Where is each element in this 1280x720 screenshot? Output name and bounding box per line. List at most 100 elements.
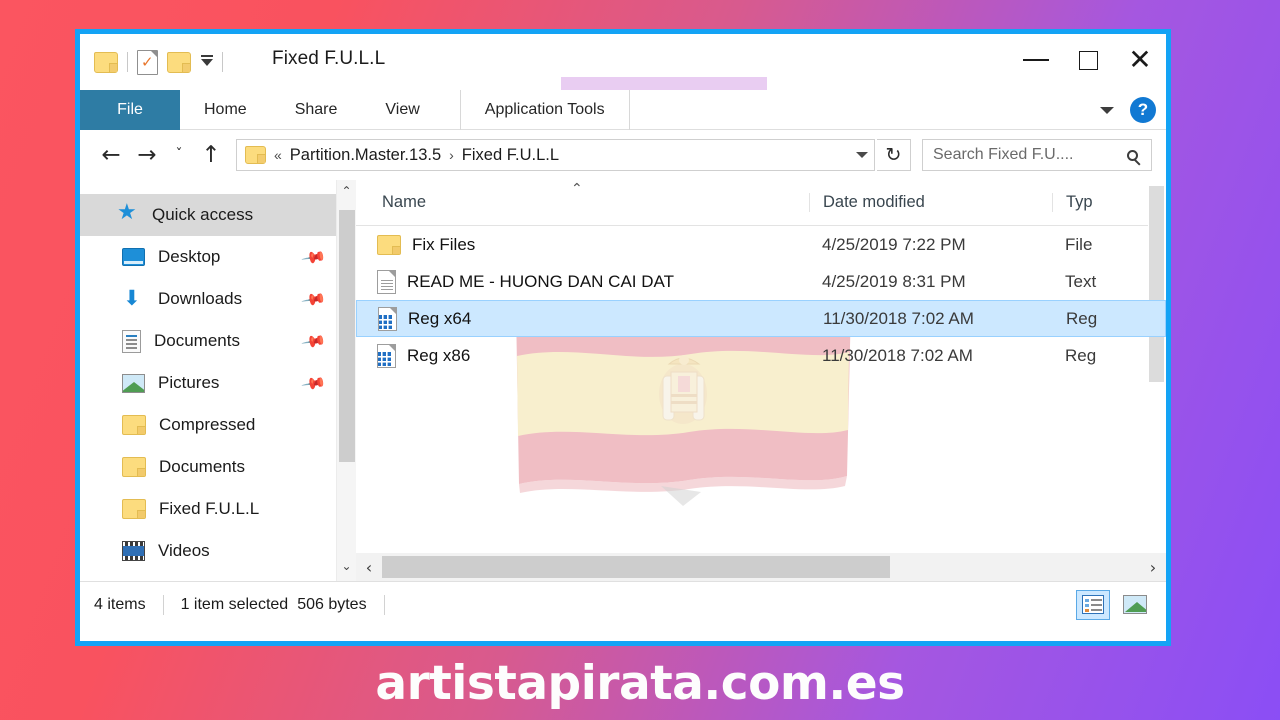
table-row[interactable]: Reg x86 11/30/2018 7:02 AM Reg <box>356 337 1166 374</box>
folder-icon <box>377 234 401 255</box>
forward-button[interactable]: → <box>130 138 164 172</box>
file-explorer-window: ✓ Fixed F.U.L.L Manage ✕ File Home Share… <box>75 29 1171 646</box>
navigation-scrollbar[interactable]: ⌃ ⌄ <box>336 180 356 581</box>
sort-ascending-icon: ⌃ <box>571 181 583 197</box>
help-label: ? <box>1137 100 1149 119</box>
search-placeholder: Search Fixed F.U.... <box>933 146 1074 163</box>
breadcrumb-item-parent[interactable]: Partition.Master.13.5 <box>290 146 441 165</box>
sidebar-item-fixed-full[interactable]: Fixed F.U.L.L <box>80 488 356 530</box>
scroll-down-button[interactable]: ⌄ <box>337 555 356 577</box>
large-icons-view-button[interactable] <box>1118 590 1152 620</box>
folder-icon <box>122 499 146 519</box>
address-dropdown-icon[interactable] <box>856 152 868 158</box>
new-folder-icon[interactable] <box>167 51 191 73</box>
status-bar: 4 items 1 item selected 506 bytes <box>80 581 1166 627</box>
chevron-down-icon: ⌄ <box>341 559 352 573</box>
maximize-button[interactable] <box>1062 34 1114 86</box>
sidebar-item-documents[interactable]: Documents 📌 <box>80 320 356 362</box>
site-watermark: artistapirata.com.es <box>375 656 905 711</box>
sidebar-item-documents-folder[interactable]: Documents <box>80 446 356 488</box>
tab-application-tools-label: Application Tools <box>484 101 605 118</box>
maximize-icon <box>1078 50 1098 70</box>
window-title: Fixed F.U.L.L <box>272 48 386 69</box>
scrollbar-thumb[interactable] <box>382 556 890 578</box>
sidebar-item-label: Quick access <box>152 205 254 224</box>
scroll-right-button[interactable]: › <box>1140 558 1166 577</box>
file-list-pane: Name ⌃ Date modified Typ Fix Files 4/25/… <box>356 180 1166 581</box>
sidebar-item-downloads[interactable]: Downloads 📌 <box>80 278 356 320</box>
pin-icon[interactable]: 📌 <box>300 370 327 397</box>
column-header-name-label: Name <box>382 193 427 211</box>
scrollbar-track[interactable] <box>382 553 1140 581</box>
column-header-name[interactable]: Name ⌃ <box>356 181 809 212</box>
tab-file[interactable]: File <box>80 90 180 130</box>
sidebar-item-label: Documents <box>159 457 245 476</box>
folder-icon[interactable] <box>94 51 118 73</box>
sidebar-item-label: Videos <box>158 541 210 560</box>
scroll-up-button[interactable]: ⌃ <box>337 180 356 202</box>
tab-home[interactable]: Home <box>180 90 271 130</box>
chevron-down-icon[interactable] <box>1100 106 1114 114</box>
ribbon-tabs: File Home Share View Application Tools <box>80 90 1166 130</box>
file-list-horizontal-scrollbar[interactable]: ‹ › <box>356 553 1166 581</box>
ribbon-tab-bar: File Home Share View Application Tools ? <box>80 90 1166 130</box>
column-header-date-modified[interactable]: Date modified <box>809 193 1052 212</box>
properties-icon[interactable]: ✓ <box>137 49 158 75</box>
tab-application-tools[interactable]: Application Tools <box>459 90 630 130</box>
table-row[interactable]: Fix Files 4/25/2019 7:22 PM File <box>356 226 1166 263</box>
scrollbar-thumb[interactable] <box>339 210 355 462</box>
column-header-date-label: Date modified <box>823 193 925 211</box>
tab-file-label: File <box>117 101 143 118</box>
table-row-selected[interactable]: Reg x64 11/30/2018 7:02 AM Reg <box>356 300 1166 337</box>
registry-file-icon <box>377 343 396 368</box>
sidebar-item-quick-access[interactable]: Quick access <box>80 194 356 236</box>
tab-share[interactable]: Share <box>271 90 362 130</box>
file-name-cell: Reg x86 <box>356 343 809 368</box>
customize-dropdown-icon[interactable] <box>201 54 213 66</box>
quick-access-toolbar: ✓ <box>94 46 223 78</box>
sidebar-item-desktop[interactable]: Desktop 📌 <box>80 236 356 278</box>
details-view-button[interactable] <box>1076 589 1110 620</box>
sidebar-item-videos[interactable]: Videos <box>80 530 356 572</box>
recent-locations-button[interactable]: ˇ <box>166 138 192 172</box>
address-bar: ← → ˇ ↑ « Partition.Master.13.5 › Fixed … <box>80 130 1166 180</box>
help-button[interactable]: ? <box>1130 97 1156 123</box>
search-input[interactable]: Search Fixed F.U.... <box>922 139 1152 171</box>
back-button[interactable]: ← <box>94 138 128 172</box>
file-name-label: Reg x86 <box>407 345 471 365</box>
registry-file-icon <box>378 306 397 331</box>
downloads-icon <box>122 286 145 310</box>
file-name-label: READ ME - HUONG DAN CAI DAT <box>407 271 674 291</box>
up-button[interactable]: ↑ <box>194 138 228 172</box>
refresh-button[interactable]: ↻ <box>877 139 911 171</box>
pin-icon[interactable]: 📌 <box>300 244 327 271</box>
sidebar-item-label: Pictures <box>158 373 220 392</box>
breadcrumb[interactable]: « Partition.Master.13.5 › Fixed F.U.L.L <box>236 139 875 171</box>
sidebar-item-label: Downloads <box>158 289 243 308</box>
details-view-icon <box>1082 595 1104 614</box>
pin-icon[interactable]: 📌 <box>300 286 327 313</box>
desktop-icon <box>122 248 145 266</box>
sidebar-item-pictures[interactable]: Pictures 📌 <box>80 362 356 404</box>
ribbon-right-controls: ? <box>1100 90 1156 130</box>
divider <box>162 594 164 615</box>
chevron-down-icon: ˇ <box>175 147 183 163</box>
minimize-button[interactable] <box>1010 34 1062 86</box>
tab-share-label: Share <box>294 101 338 118</box>
close-button[interactable]: ✕ <box>1114 34 1166 86</box>
divider <box>222 52 223 72</box>
breadcrumb-overflow[interactable]: « <box>274 147 282 163</box>
large-icons-view-icon <box>1123 595 1147 614</box>
scroll-left-button[interactable]: ‹ <box>356 558 382 577</box>
back-icon: ← <box>101 142 121 168</box>
tab-view[interactable]: View <box>361 90 443 130</box>
file-name-cell: READ ME - HUONG DAN CAI DAT <box>356 269 809 294</box>
pictures-icon <box>122 373 145 393</box>
pin-icon[interactable]: 📌 <box>300 328 327 355</box>
window-controls: ✕ <box>1010 34 1166 86</box>
breadcrumb-item-current[interactable]: Fixed F.U.L.L <box>462 146 559 165</box>
title-bar: ✓ Fixed F.U.L.L Manage ✕ <box>80 34 1166 120</box>
sidebar-item-compressed[interactable]: Compressed <box>80 404 356 446</box>
table-row[interactable]: READ ME - HUONG DAN CAI DAT 4/25/2019 8:… <box>356 263 1166 300</box>
file-date-cell: 4/25/2019 8:31 PM <box>822 271 966 291</box>
